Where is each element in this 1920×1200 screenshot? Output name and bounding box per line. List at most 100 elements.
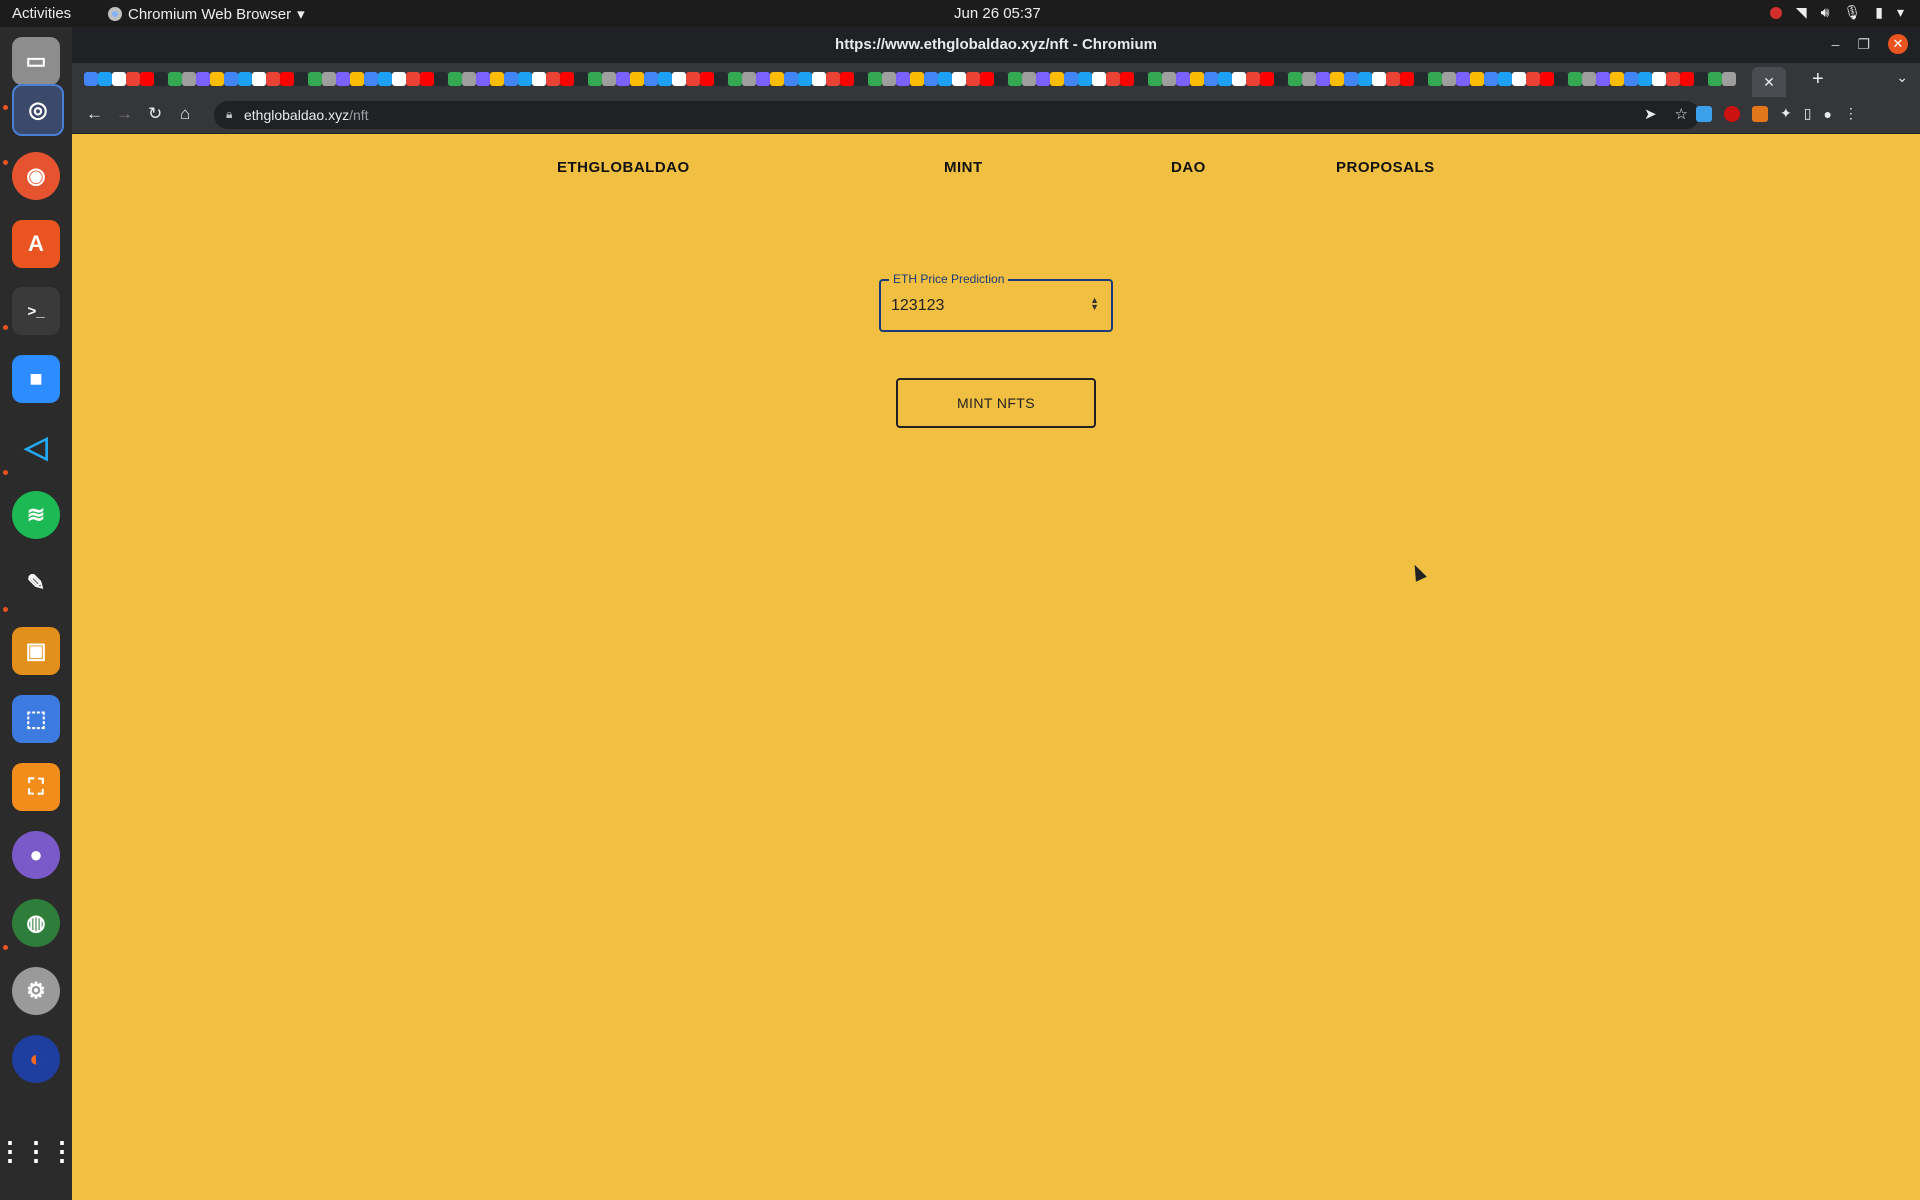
eth-price-prediction-input[interactable] [891,293,1071,319]
tab-favicon-icon[interactable] [826,72,840,86]
tab-favicon-icon[interactable] [1554,72,1568,86]
screenshot-icon[interactable]: ⬚ [12,695,60,743]
tab-favicon-icon[interactable] [1064,72,1078,86]
tab-favicon-icon[interactable] [1372,72,1386,86]
tab-favicon-icon[interactable] [1260,72,1274,86]
tab-favicon-icon[interactable] [182,72,196,86]
tab-favicon-icon[interactable] [1442,72,1456,86]
tab-favicon-icon[interactable] [994,72,1008,86]
tab-favicon-icon[interactable] [1680,72,1694,86]
tab-favicon-icon[interactable] [336,72,350,86]
tab-favicon-icon[interactable] [1638,72,1652,86]
close-icon[interactable]: ✕ [1888,34,1908,54]
extensions-icon[interactable]: ✦ [1780,105,1792,122]
tab-favicon-icon[interactable] [252,72,266,86]
nav-proposals-link[interactable]: PROPOSALS [1336,159,1435,176]
tab-favicon-icon[interactable] [98,72,112,86]
tab-favicon-icon[interactable] [924,72,938,86]
tab-favicon-icon[interactable] [1288,72,1302,86]
tab-favicon-icon[interactable] [420,72,434,86]
forward-icon[interactable]: → [116,104,133,124]
app-menu[interactable]: Chromium Web Browser ▾ [108,5,305,23]
settings-icon[interactable]: ⚙ [12,967,60,1015]
active-tab[interactable]: ✕ [1752,67,1786,97]
tab-favicon-icon[interactable] [532,72,546,86]
tab-favicon-icon[interactable] [392,72,406,86]
tab-favicon-icon[interactable] [910,72,924,86]
tab-favicon-icon[interactable] [1120,72,1134,86]
tab-favicon-icon[interactable] [126,72,140,86]
terminal-icon[interactable]: >_ [12,287,60,335]
number-stepper-icon[interactable]: ▲ ▼ [1090,296,1099,312]
nav-brand-link[interactable]: ETHGLOBALDAO [557,159,690,176]
tab-favicon-icon[interactable] [1610,72,1624,86]
tab-favicon-icon[interactable] [1358,72,1372,86]
tab-favicon-icon[interactable] [1204,72,1218,86]
spotify-icon[interactable]: ≋ [12,491,60,539]
reload-icon[interactable]: ↻ [148,104,162,124]
audacity-icon[interactable]: ◐ [12,1035,60,1083]
firefox-icon[interactable]: ◉ [12,152,60,200]
tab-favicon-icon[interactable] [518,72,532,86]
tab-favicon-icon[interactable] [644,72,658,86]
send-icon[interactable]: ➤ [1644,105,1657,123]
url-text[interactable]: ethglobaldao.xyz/nft [244,107,369,123]
tab-favicon-icon[interactable] [1190,72,1204,86]
tab-favicon-icon[interactable] [462,72,476,86]
tab-favicon-icon[interactable] [1246,72,1260,86]
tab-favicon-icon[interactable] [294,72,308,86]
tab-favicon-icon[interactable] [700,72,714,86]
tab-favicon-icon[interactable] [1526,72,1540,86]
tab-favicon-icon[interactable] [798,72,812,86]
tab-favicon-icon[interactable] [1722,72,1736,86]
tab-favicon-icon[interactable] [196,72,210,86]
tab-favicon-icon[interactable] [84,72,98,86]
bookmark-star-icon[interactable]: ☆ [1675,105,1688,123]
tab-favicon-icon[interactable] [490,72,504,86]
tab-favicon-icon[interactable] [476,72,490,86]
tab-favicon-icon[interactable] [1344,72,1358,86]
menu-icon[interactable]: ⋮ [1844,105,1858,122]
tab-favicon-icon[interactable] [266,72,280,86]
address-bar[interactable]: 🔒︎ ethglobaldao.xyz/nft ➤ ☆ [214,101,1700,129]
tab-favicon-icon[interactable] [1540,72,1554,86]
clock[interactable]: Jun 26 05:37 [954,5,1041,22]
close-tab-icon[interactable]: ✕ [1763,74,1775,91]
tab-favicon-icon[interactable] [1456,72,1470,86]
tab-favicon-icon[interactable] [1498,72,1512,86]
globe-icon[interactable]: ◍ [12,899,60,947]
tab-favicon-icon[interactable] [1568,72,1582,86]
tab-favicon-icon[interactable] [672,72,686,86]
tab-favicon-icon[interactable] [686,72,700,86]
tab-favicon-icon[interactable] [1708,72,1722,86]
tab-favicon-icon[interactable] [616,72,630,86]
tab-favicon-icon[interactable] [1106,72,1120,86]
tab-favicon-icon[interactable] [1316,72,1330,86]
tab-favicon-icon[interactable] [1330,72,1344,86]
tab-favicon-icon[interactable] [1036,72,1050,86]
tab-favicon-icon[interactable] [658,72,672,86]
app-grid-icon[interactable]: ⋮⋮⋮ [0,1127,75,1175]
tab-favicon-icon[interactable] [1022,72,1036,86]
tab-favicon-icon[interactable] [574,72,588,86]
tab-favicon-icon[interactable] [210,72,224,86]
tab-favicon-icon[interactable] [504,72,518,86]
tab-favicon-icon[interactable] [1428,72,1442,86]
mint-nfts-button[interactable]: MINT NFTS [896,378,1096,428]
zoom-icon[interactable]: ■ [12,355,60,403]
tab-favicon-icon[interactable] [728,72,742,86]
tab-favicon-icon[interactable] [1162,72,1176,86]
image-viewer-icon[interactable]: ▣ [12,627,60,675]
tab-favicon-icon[interactable] [1134,72,1148,86]
extension-metamask-icon[interactable] [1752,105,1768,122]
tab-favicon-icon[interactable] [1078,72,1092,86]
tab-search-icon[interactable]: ⌄ [1896,69,1908,86]
nav-mint-link[interactable]: MINT [944,159,983,176]
tab-favicon-icon[interactable] [630,72,644,86]
tab-favicon-icon[interactable] [350,72,364,86]
tab-favicon-icon[interactable] [1386,72,1400,86]
tab-favicon-icon[interactable] [1092,72,1106,86]
tab-favicon-icon[interactable] [308,72,322,86]
tab-favicon-icon[interactable] [112,72,126,86]
tab-favicon-icon[interactable] [1218,72,1232,86]
